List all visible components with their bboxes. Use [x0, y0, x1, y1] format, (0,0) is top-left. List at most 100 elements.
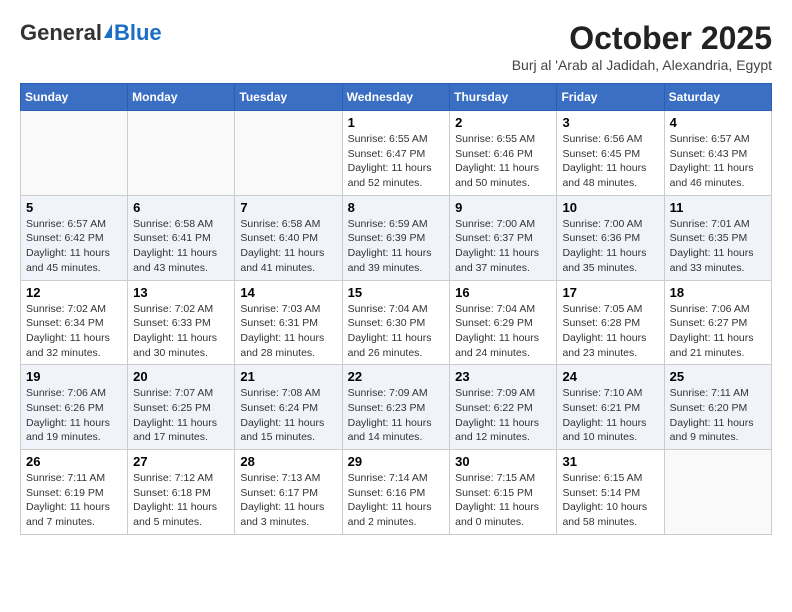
calendar-week-4: 19Sunrise: 7:06 AM Sunset: 6:26 PM Dayli…	[21, 365, 772, 450]
calendar-cell: 31 Sunrise: 6:15 AM Sunset: 5:14 PM Dayli…	[557, 450, 664, 535]
column-header-wednesday: Wednesday	[342, 84, 450, 111]
column-header-sunday: Sunday	[21, 84, 128, 111]
day-info: Sunrise: 6:58 AM Sunset: 6:40 PM Dayligh…	[240, 217, 336, 276]
calendar-table: SundayMondayTuesdayWednesdayThursdayFrid…	[20, 83, 772, 535]
day-info: Sunrise: 7:08 AM Sunset: 6:24 PM Dayligh…	[240, 386, 336, 445]
calendar-cell: 10 Sunrise: 7:00 AM Sunset: 6:36 PM Dayli…	[557, 195, 664, 280]
location-title: Burj al 'Arab al Jadidah, Alexandria, Eg…	[512, 57, 772, 73]
day-number: 15	[348, 285, 445, 300]
page-header: General Blue October 2025 Burj al 'Arab …	[20, 20, 772, 73]
day-info: Sunrise: 7:07 AM Sunset: 6:25 PM Dayligh…	[133, 386, 229, 445]
day-info: Sunrise: 6:57 AM Sunset: 6:42 PM Dayligh…	[26, 217, 122, 276]
calendar-cell: 11 Sunrise: 7:01 AM Sunset: 6:35 PM Dayli…	[664, 195, 771, 280]
day-number: 29	[348, 454, 445, 469]
day-number: 10	[562, 200, 658, 215]
calendar-cell: 15 Sunrise: 7:04 AM Sunset: 6:30 PM Dayli…	[342, 280, 450, 365]
calendar-week-1: 1 Sunrise: 6:55 AM Sunset: 6:47 PM Daylig…	[21, 111, 772, 196]
day-info: Sunrise: 7:15 AM Sunset: 6:15 PM Dayligh…	[455, 471, 551, 530]
day-number: 14	[240, 285, 336, 300]
column-header-tuesday: Tuesday	[235, 84, 342, 111]
calendar-cell: 7 Sunrise: 6:58 AM Sunset: 6:40 PM Daylig…	[235, 195, 342, 280]
day-number: 4	[670, 115, 766, 130]
day-info: Sunrise: 7:09 AM Sunset: 6:22 PM Dayligh…	[455, 386, 551, 445]
calendar-cell: 9 Sunrise: 7:00 AM Sunset: 6:37 PM Daylig…	[450, 195, 557, 280]
day-info: Sunrise: 7:02 AM Sunset: 6:33 PM Dayligh…	[133, 302, 229, 361]
calendar-cell: 17 Sunrise: 7:05 AM Sunset: 6:28 PM Dayli…	[557, 280, 664, 365]
day-number: 3	[562, 115, 658, 130]
day-number: 30	[455, 454, 551, 469]
day-info: Sunrise: 7:04 AM Sunset: 6:30 PM Dayligh…	[348, 302, 445, 361]
calendar-cell	[128, 111, 235, 196]
day-info: Sunrise: 6:59 AM Sunset: 6:39 PM Dayligh…	[348, 217, 445, 276]
calendar-cell	[664, 450, 771, 535]
column-header-saturday: Saturday	[664, 84, 771, 111]
day-info: Sunrise: 7:11 AM Sunset: 6:19 PM Dayligh…	[26, 471, 122, 530]
calendar-week-2: 5 Sunrise: 6:57 AM Sunset: 6:42 PM Daylig…	[21, 195, 772, 280]
day-number: 2	[455, 115, 551, 130]
day-info: Sunrise: 6:15 AM Sunset: 5:14 PM Dayligh…	[562, 471, 658, 530]
month-title: October 2025	[512, 20, 772, 57]
calendar-cell: 21 Sunrise: 7:08 AM Sunset: 6:24 PM Dayli…	[235, 365, 342, 450]
day-info: Sunrise: 7:00 AM Sunset: 6:37 PM Dayligh…	[455, 217, 551, 276]
day-number: 27	[133, 454, 229, 469]
day-number: 31	[562, 454, 658, 469]
calendar-cell: 28 Sunrise: 7:13 AM Sunset: 6:17 PM Dayli…	[235, 450, 342, 535]
calendar-cell: 13 Sunrise: 7:02 AM Sunset: 6:33 PM Dayli…	[128, 280, 235, 365]
day-info: Sunrise: 6:55 AM Sunset: 6:46 PM Dayligh…	[455, 132, 551, 191]
day-number: 23	[455, 369, 551, 384]
calendar-cell: 25 Sunrise: 7:11 AM Sunset: 6:20 PM Dayli…	[664, 365, 771, 450]
day-number: 6	[133, 200, 229, 215]
day-number: 21	[240, 369, 336, 384]
calendar-cell: 4 Sunrise: 6:57 AM Sunset: 6:43 PM Daylig…	[664, 111, 771, 196]
calendar-cell: 16 Sunrise: 7:04 AM Sunset: 6:29 PM Dayli…	[450, 280, 557, 365]
day-info: Sunrise: 7:04 AM Sunset: 6:29 PM Dayligh…	[455, 302, 551, 361]
day-info: Sunrise: 7:05 AM Sunset: 6:28 PM Dayligh…	[562, 302, 658, 361]
column-header-monday: Monday	[128, 84, 235, 111]
day-info: Sunrise: 6:56 AM Sunset: 6:45 PM Dayligh…	[562, 132, 658, 191]
calendar-cell: 20Sunrise: 7:07 AM Sunset: 6:25 PM Dayli…	[128, 365, 235, 450]
day-number: 11	[670, 200, 766, 215]
calendar-cell: 24 Sunrise: 7:10 AM Sunset: 6:21 PM Dayli…	[557, 365, 664, 450]
day-info: Sunrise: 6:55 AM Sunset: 6:47 PM Dayligh…	[348, 132, 445, 191]
calendar-cell	[21, 111, 128, 196]
day-number: 17	[562, 285, 658, 300]
logo-general: General	[20, 20, 102, 46]
day-number: 28	[240, 454, 336, 469]
calendar-cell: 12 Sunrise: 7:02 AM Sunset: 6:34 PM Dayli…	[21, 280, 128, 365]
calendar-cell: 5 Sunrise: 6:57 AM Sunset: 6:42 PM Daylig…	[21, 195, 128, 280]
calendar-cell: 23 Sunrise: 7:09 AM Sunset: 6:22 PM Dayli…	[450, 365, 557, 450]
day-number: 24	[562, 369, 658, 384]
day-info: Sunrise: 6:57 AM Sunset: 6:43 PM Dayligh…	[670, 132, 766, 191]
logo-icon	[104, 24, 112, 38]
day-info: Sunrise: 7:00 AM Sunset: 6:36 PM Dayligh…	[562, 217, 658, 276]
day-info: Sunrise: 7:13 AM Sunset: 6:17 PM Dayligh…	[240, 471, 336, 530]
logo: General Blue	[20, 20, 162, 46]
column-header-thursday: Thursday	[450, 84, 557, 111]
day-info: Sunrise: 7:01 AM Sunset: 6:35 PM Dayligh…	[670, 217, 766, 276]
day-number: 16	[455, 285, 551, 300]
day-number: 5	[26, 200, 122, 215]
day-number: 7	[240, 200, 336, 215]
calendar-cell	[235, 111, 342, 196]
calendar-cell: 19Sunrise: 7:06 AM Sunset: 6:26 PM Dayli…	[21, 365, 128, 450]
day-info: Sunrise: 7:10 AM Sunset: 6:21 PM Dayligh…	[562, 386, 658, 445]
day-number: 8	[348, 200, 445, 215]
day-number: 1	[348, 115, 445, 130]
day-number: 9	[455, 200, 551, 215]
calendar-week-3: 12 Sunrise: 7:02 AM Sunset: 6:34 PM Dayli…	[21, 280, 772, 365]
day-info: Sunrise: 7:11 AM Sunset: 6:20 PM Dayligh…	[670, 386, 766, 445]
title-block: October 2025 Burj al 'Arab al Jadidah, A…	[512, 20, 772, 73]
day-info: Sunrise: 7:09 AM Sunset: 6:23 PM Dayligh…	[348, 386, 445, 445]
day-number: 13	[133, 285, 229, 300]
logo-blue: Blue	[114, 20, 162, 46]
day-info: Sunrise: 7:02 AM Sunset: 6:34 PM Dayligh…	[26, 302, 122, 361]
day-info: Sunrise: 7:14 AM Sunset: 6:16 PM Dayligh…	[348, 471, 445, 530]
calendar-cell: 18Sunrise: 7:06 AM Sunset: 6:27 PM Dayli…	[664, 280, 771, 365]
calendar-cell: 2 Sunrise: 6:55 AM Sunset: 6:46 PM Daylig…	[450, 111, 557, 196]
day-number: 25	[670, 369, 766, 384]
calendar-header-row: SundayMondayTuesdayWednesdayThursdayFrid…	[21, 84, 772, 111]
day-number: 12	[26, 285, 122, 300]
day-number: 22	[348, 369, 445, 384]
calendar-cell: 29 Sunrise: 7:14 AM Sunset: 6:16 PM Dayli…	[342, 450, 450, 535]
day-info: Sunrise: 7:03 AM Sunset: 6:31 PM Dayligh…	[240, 302, 336, 361]
